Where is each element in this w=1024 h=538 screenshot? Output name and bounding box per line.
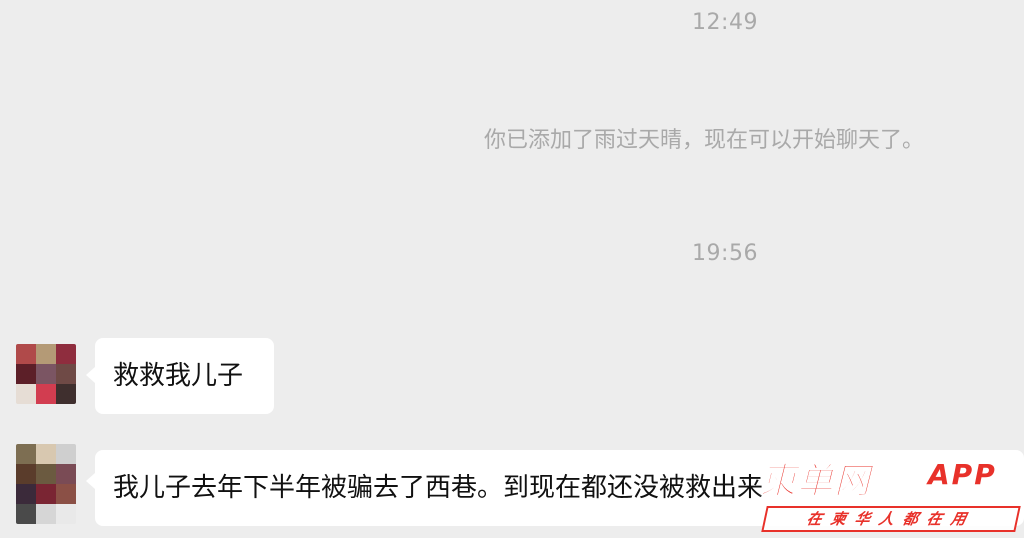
avatar-tile xyxy=(16,504,36,524)
avatar-tile xyxy=(16,464,36,484)
avatar-tile xyxy=(36,344,56,364)
bubble-tail xyxy=(86,473,95,489)
avatar-tile xyxy=(36,444,56,464)
avatar-tile xyxy=(36,504,56,524)
avatar-tile xyxy=(16,364,36,384)
avatar-tile xyxy=(16,384,36,404)
timestamp-1249: 12:49 xyxy=(692,10,758,35)
avatar-tile xyxy=(16,484,36,504)
watermark-app: APP xyxy=(928,458,997,491)
watermark-slogan: 在柬华人都在用 xyxy=(761,506,1021,532)
avatar-tile xyxy=(56,464,76,484)
timestamp-1956: 19:56 xyxy=(692,241,758,266)
avatar-tile xyxy=(16,444,36,464)
avatar-tile xyxy=(56,444,76,464)
avatar-tile xyxy=(36,364,56,384)
avatar-tile xyxy=(16,344,36,364)
message-bubble[interactable]: 救救我儿子 xyxy=(95,338,274,414)
bubble-tail xyxy=(86,367,95,383)
avatar[interactable] xyxy=(16,444,76,524)
system-message-added-friend: 你已添加了雨过天晴，现在可以开始聊天了。 xyxy=(484,128,925,153)
avatar[interactable] xyxy=(16,344,76,404)
avatar-tile xyxy=(36,384,56,404)
watermark-logo: 柬单网 APP 在柬华人都在用 xyxy=(759,452,1022,536)
avatar-tile xyxy=(56,364,76,384)
avatar-tile xyxy=(56,344,76,364)
avatar-tile xyxy=(56,384,76,404)
avatar-tile xyxy=(56,504,76,524)
avatar-tile xyxy=(36,484,56,504)
avatar-tile xyxy=(36,464,56,484)
watermark-brand: 柬单网 xyxy=(759,461,872,503)
avatar-tile xyxy=(56,484,76,504)
